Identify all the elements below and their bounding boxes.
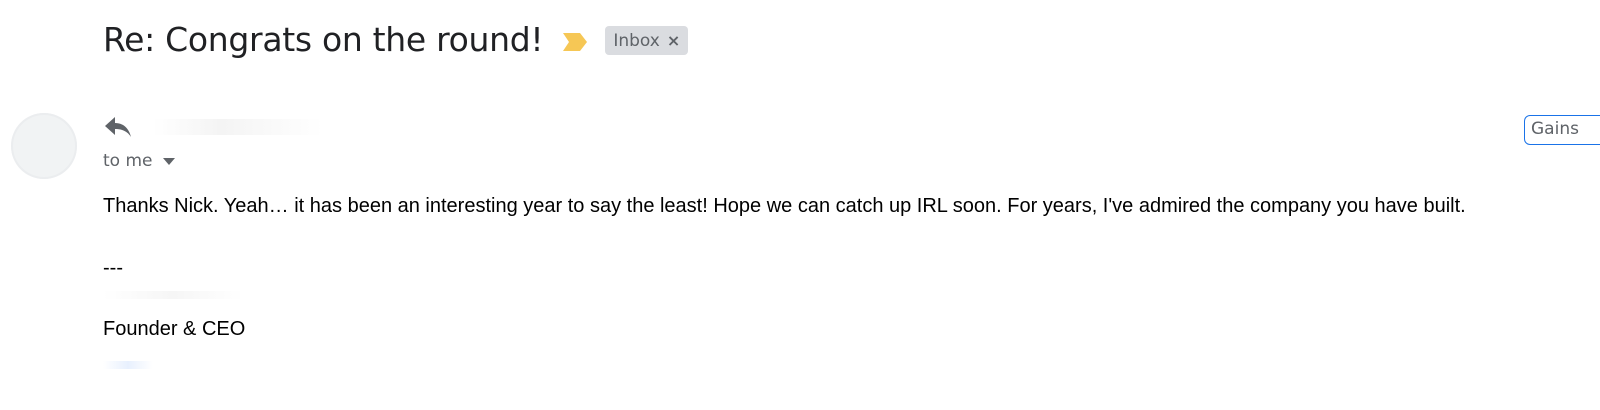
recipients-toggle[interactable]: to me	[103, 151, 175, 171]
email-body: Thanks Nick. Yeah… it has been an intere…	[103, 195, 1466, 217]
extension-button[interactable]: Gains	[1524, 115, 1600, 145]
sender-name-redacted	[153, 119, 323, 135]
recipients-text: to me	[103, 151, 153, 171]
inbox-label-chip[interactable]: Inbox ×	[605, 26, 689, 55]
reply-icon[interactable]	[103, 114, 133, 140]
label-text: Inbox	[613, 30, 660, 51]
sender-avatar	[11, 113, 77, 179]
signature-separator: ---	[103, 257, 123, 279]
remove-label-icon[interactable]: ×	[667, 31, 680, 50]
importance-marker-icon[interactable]	[561, 31, 589, 53]
signature-link-redacted[interactable]	[103, 361, 153, 369]
sender-row	[103, 114, 323, 140]
signature-title: Founder & CEO	[103, 318, 246, 340]
signature-name-redacted	[103, 291, 243, 299]
email-subject-row: Re: Congrats on the round! Inbox ×	[103, 20, 689, 59]
chevron-down-icon[interactable]	[162, 157, 175, 165]
email-subject: Re: Congrats on the round!	[103, 20, 544, 59]
